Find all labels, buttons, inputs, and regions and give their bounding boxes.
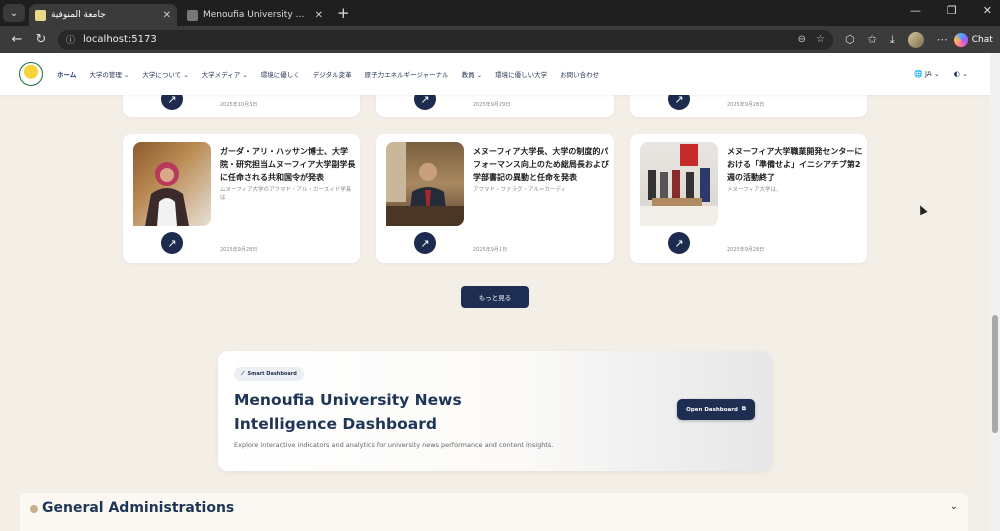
card-date: 2025年9月1日 [473, 247, 508, 253]
nav-about-university[interactable]: 大学について ⌄ [142, 69, 188, 79]
close-window-icon[interactable]: ✕ [983, 4, 992, 17]
news-image-2 [386, 142, 464, 226]
favorites-icon[interactable]: ✩ [868, 33, 877, 46]
new-tab-icon[interactable]: + [337, 4, 350, 22]
nav-nuclear-journal[interactable]: 原子力エネルギージャーナル [365, 69, 449, 79]
close-icon[interactable]: ✕ [315, 10, 323, 21]
arrow-up-right-icon[interactable]: ↗ [161, 232, 183, 254]
nav-eco-friendly[interactable]: 環境に優しく [261, 69, 300, 79]
dashboard-title: Menoufia University News Intelligence Da… [234, 391, 462, 433]
card-date: 2025年10月3日 [220, 102, 258, 108]
card-title[interactable]: ガーダ・アリ・ハッサン博士、大学院・研究担当ムヌーフィア大学副学長に任命される共… [220, 145, 360, 184]
nav-university-management[interactable]: 大学の管理 ⌄ [89, 69, 129, 79]
card-excerpt: メヌーフィア大学は、 [727, 187, 782, 193]
tab-1-title: جامعة المنوفية [51, 10, 106, 20]
profile-avatar[interactable] [907, 31, 924, 48]
external-link-icon: ⧉ [741, 406, 746, 412]
tab-2[interactable]: Menoufia University News Intellige ✕ [181, 4, 329, 26]
bullet-icon [30, 505, 38, 513]
url-input[interactable]: ⓘ localhost:5173 ⊖ ☆ [58, 29, 833, 50]
nav-green-university[interactable]: 環境に優しい大学 [495, 69, 547, 79]
open-dashboard-button[interactable]: Open Dashboard ⧉ [677, 399, 755, 420]
download-icon[interactable]: ⤓ [890, 33, 895, 47]
card-date: 2025年9月28日 [727, 102, 765, 108]
nav-university-media[interactable]: 大学メディア ⌄ [202, 69, 248, 79]
arrow-up-right-icon[interactable]: ↗ [414, 232, 436, 254]
nav-contact[interactable]: お問い合わせ [560, 69, 599, 79]
chat-label: Chat [971, 34, 993, 45]
show-more-button[interactable]: もっと見る [461, 286, 529, 308]
page-viewport: ホーム 大学の管理 ⌄ 大学について ⌄ 大学メディア ⌄ 環境に優しく デジタ… [0, 53, 990, 531]
palette-icon: ◐ [953, 70, 960, 78]
language-selector[interactable]: 🌐 JA ⌄ [914, 70, 940, 78]
extensions-icon[interactable]: ⬡ [845, 33, 855, 46]
copilot-chat-button[interactable]: Chat [953, 32, 993, 47]
globe-icon: 🌐 [914, 70, 923, 78]
accordion-title: General Administrations [42, 500, 235, 516]
favorite-star-icon[interactable]: ☆ [816, 34, 825, 45]
main-nav: ホーム 大学の管理 ⌄ 大学について ⌄ 大学メディア ⌄ 環境に優しく デジタ… [57, 69, 599, 79]
smart-dashboard-badge: ⟋ Smart Dashboard [234, 367, 304, 381]
chart-line-icon: ⟋ [241, 371, 245, 377]
nav-digital-transformation[interactable]: デジタル変革 [313, 69, 352, 79]
card-title[interactable]: メヌーフィア大学長、大学の制度的パフォーマンス向上のため総局長および学部書記の異… [473, 145, 613, 184]
window-controls: — ❐ ✕ [910, 4, 992, 17]
card-excerpt: アフマド・ファラグ・アル＝カーディ [473, 187, 567, 193]
minimize-icon[interactable]: — [910, 4, 921, 17]
general-administrations-accordion[interactable]: General Administrations ⌄ [20, 493, 968, 531]
url-text: localhost:5173 [83, 34, 157, 45]
dashboard-subtitle: Explore interactive indicators and analy… [234, 441, 554, 449]
news-card-3[interactable]: メヌーフィア大学職業開発センターにおける「準備せよ」イニシアチブ第2週の活動終了… [630, 134, 867, 263]
tab-menu-button[interactable]: ⌄ [3, 4, 25, 22]
back-icon[interactable]: ← [10, 32, 24, 47]
tab-1[interactable]: جامعة المنوفية ✕ [29, 4, 177, 26]
site-info-icon[interactable]: ⓘ [66, 33, 75, 46]
nav-home[interactable]: ホーム [57, 69, 76, 79]
theme-selector[interactable]: ◐ ⌄ [954, 70, 968, 78]
close-icon[interactable]: ✕ [163, 10, 171, 21]
page-scrollbar[interactable] [990, 53, 1000, 531]
card-date: 2025年9月28日 [220, 247, 258, 253]
maximize-icon[interactable]: ❐ [947, 4, 957, 17]
scrollbar-thumb[interactable] [992, 315, 998, 433]
copilot-icon [953, 32, 968, 47]
refresh-icon[interactable]: ↻ [34, 32, 48, 47]
news-image-3 [640, 142, 718, 226]
card-title[interactable]: メヌーフィア大学職業開発センターにおける「準備せよ」イニシアチブ第2週の活動終了 [727, 145, 867, 184]
card-date: 2025年9月29日 [473, 102, 511, 108]
site-header: ホーム 大学の管理 ⌄ 大学について ⌄ 大学メディア ⌄ 環境に優しく デジタ… [0, 53, 990, 95]
university-favicon-icon [35, 9, 46, 21]
dashboard-promo: ⟋ Smart Dashboard Menoufia University Ne… [218, 351, 772, 471]
news-image-1 [133, 142, 211, 226]
browser-tab-bar: ⌄ جامعة المنوفية ✕ Menoufia University N… [0, 0, 1000, 26]
news-card-1[interactable]: ガーダ・アリ・ハッサン博士、大学院・研究担当ムヌーフィア大学副学長に任命される共… [123, 134, 360, 263]
arrow-up-right-icon[interactable]: ↗ [668, 232, 690, 254]
address-bar-row: ← ↻ ⓘ localhost:5173 ⊖ ☆ ⬡ ✩ ⤓ ⋯ Chat [0, 26, 1000, 53]
page-favicon-icon [187, 9, 198, 21]
tab-2-title: Menoufia University News Intellige [203, 10, 311, 20]
nav-faculty[interactable]: 教員 ⌄ [462, 69, 483, 79]
university-logo[interactable] [19, 62, 43, 86]
chevron-down-icon[interactable]: ⌄ [950, 501, 958, 512]
news-card-2[interactable]: メヌーフィア大学長、大学の制度的パフォーマンス向上のため総局長および学部書記の異… [376, 134, 614, 263]
card-excerpt: ムヌーフィア大学のアフマド・アル・カースィド学長は [220, 187, 352, 201]
zoom-icon[interactable]: ⊖ [798, 34, 806, 45]
more-options-icon[interactable]: ⋯ [937, 33, 948, 46]
card-date: 2025年9月28日 [727, 247, 765, 253]
mouse-cursor-icon [916, 203, 928, 216]
